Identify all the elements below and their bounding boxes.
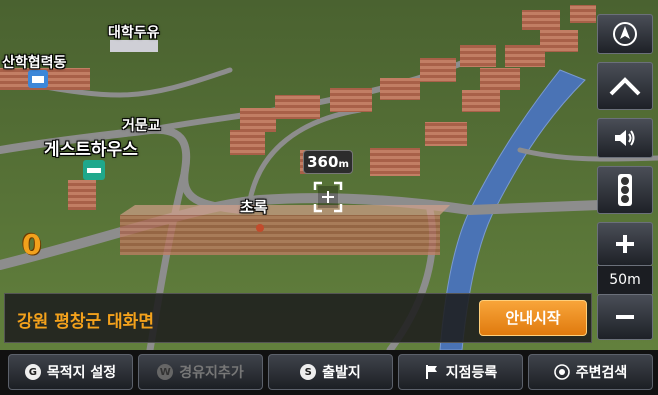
traffic-info-button[interactable]	[597, 166, 653, 214]
flag-icon	[425, 365, 437, 379]
crosshair-icon	[313, 181, 343, 213]
register-point-button[interactable]: 지점등록	[398, 354, 523, 390]
start-guidance-button[interactable]: 안내시작	[479, 300, 587, 336]
volume-button[interactable]	[597, 118, 653, 158]
origin-s-icon: S	[300, 364, 317, 380]
plus-icon	[616, 235, 634, 253]
set-origin-label: 출발지	[322, 365, 361, 381]
set-destination-label: 목적지 설정	[46, 365, 117, 381]
speed-indicator: 0	[22, 228, 42, 261]
nearby-search-button[interactable]: 주변검색	[528, 354, 653, 390]
zoom-out-button[interactable]	[597, 294, 653, 340]
distance-value: 360	[307, 153, 339, 171]
chevron-up-icon	[609, 77, 641, 96]
guesthouse-icon	[83, 160, 105, 180]
road-label-chorok: 초록	[240, 198, 268, 216]
distance-tooltip: 360m	[303, 150, 353, 174]
compass-button[interactable]	[597, 14, 653, 54]
road-label-geomungyo: 거문교	[122, 118, 161, 134]
zoom-in-button[interactable]	[597, 222, 653, 266]
register-point-label: 지점등록	[445, 365, 498, 381]
speaker-icon	[615, 130, 635, 146]
add-waypoint-button[interactable]: W 경유지추가	[138, 354, 263, 390]
sanhak-building-icon	[28, 70, 48, 88]
poi-label-guesthouse[interactable]: 게스트하우스	[44, 135, 138, 160]
target-icon	[553, 364, 570, 380]
destination-g-icon: G	[24, 364, 41, 380]
compass-icon	[613, 22, 637, 46]
poi-label-sanhak-hyeopryeokdong[interactable]: 산학협력동	[2, 52, 66, 72]
nearby-search-label: 주변검색	[575, 365, 628, 381]
traffic-light-icon	[618, 174, 632, 206]
set-origin-button[interactable]: S 출발지	[268, 354, 393, 390]
waypoint-w-icon: W	[157, 364, 174, 380]
minus-icon	[616, 315, 634, 319]
map-scale: 50m	[597, 266, 653, 294]
route-point-marker	[256, 224, 264, 232]
poi-label-daehak-duyu[interactable]: 대학두유	[108, 22, 160, 42]
address-bar: 강원 평창군 대화면 안내시작	[4, 293, 592, 343]
current-address: 강원 평창군 대화면	[17, 312, 154, 332]
set-destination-button[interactable]: G 목적지 설정	[8, 354, 133, 390]
bottom-toolbar: G 목적지 설정 W 경유지추가 S 출발지 지점등록 주변검색	[0, 350, 658, 395]
view-angle-button[interactable]	[597, 62, 653, 110]
navigation-screen: 대학두유 산학협력동 게스트하우스 거문교 초록 360m 0 50m 강원 평…	[0, 0, 658, 395]
distance-unit: m	[338, 159, 349, 170]
add-waypoint-label: 경유지추가	[179, 365, 244, 381]
